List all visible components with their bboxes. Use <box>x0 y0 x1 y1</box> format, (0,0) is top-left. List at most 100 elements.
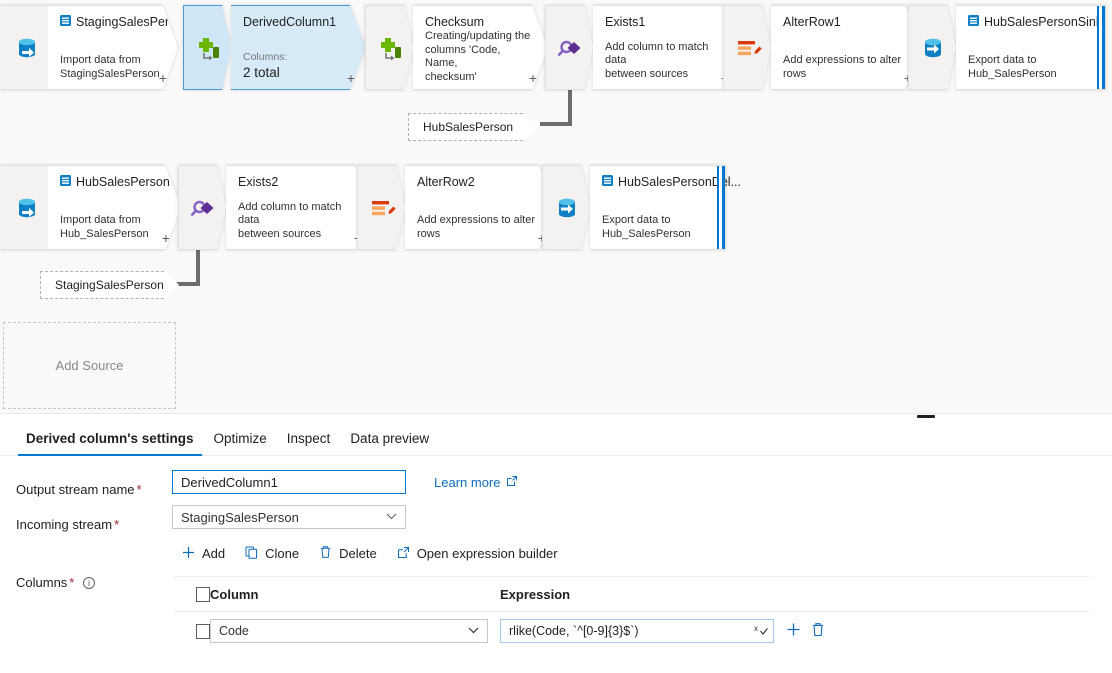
add-next-step-button[interactable]: + <box>529 71 537 85</box>
column-header-cell: Column <box>210 586 259 602</box>
node-hub-sales-person-del-sink[interactable]: HubSalesPersonDel... Export data to Hub_… <box>542 165 741 250</box>
copy-icon <box>245 546 258 561</box>
incoming-stream-value: StagingSalesPerson <box>181 509 299 525</box>
reference-chip-staging-sales-person[interactable]: StagingSalesPerson <box>40 271 179 299</box>
node-name-text: StagingSalesPerson <box>76 15 190 29</box>
connector-line <box>540 122 572 126</box>
info-icon[interactable]: i <box>82 577 95 589</box>
connector-line <box>196 248 200 286</box>
learn-more-label: Learn more <box>434 475 501 490</box>
clone-column-label: Clone <box>265 545 300 561</box>
tab-inspect[interactable]: Inspect <box>277 431 341 455</box>
node-name-text: Checksum <box>425 15 485 29</box>
node-exists-1[interactable]: Exists1 Add column to match data between… <box>545 5 740 90</box>
node-hub-sales-person-sink[interactable]: HubSalesPersonSink Export data to Hub_Sa… <box>908 5 1106 90</box>
node-columns-label: Columns: <box>243 51 288 63</box>
source-db-icon <box>0 165 48 250</box>
open-expression-builder-button[interactable]: Open expression builder <box>389 542 566 565</box>
column-name-select[interactable]: Code <box>210 619 488 643</box>
reference-chip-hub-sales-person[interactable]: HubSalesPerson <box>408 113 538 141</box>
node-name-text: HubSalesPersonSink <box>984 15 1103 29</box>
output-stream-name-input[interactable] <box>172 470 406 494</box>
chevron-down-icon <box>468 626 479 637</box>
delete-column-button[interactable]: Delete <box>311 541 385 565</box>
expression-edit-icon[interactable]: x <box>754 623 768 641</box>
node-name-text: AlterRow1 <box>783 15 841 29</box>
table-header-row: Column Expression <box>174 576 1089 612</box>
derived-column-icon <box>365 5 413 90</box>
node-title: HubSalesPerson <box>60 175 170 190</box>
svg-text:x: x <box>754 624 758 633</box>
incoming-stream-row: Incoming stream * <box>16 517 119 532</box>
sql-table-icon <box>602 175 613 190</box>
node-name-text: DerivedColumn1 <box>243 15 337 29</box>
node-title: HubSalesPersonSink <box>968 15 1102 30</box>
sql-table-icon <box>60 175 71 190</box>
node-description: Export data to Hub_SalesPerson <box>968 54 1057 80</box>
trash-icon <box>319 545 332 561</box>
node-derived-column-1[interactable]: DerivedColumn1 Columns: 2 total + <box>183 5 366 90</box>
row-select-cell <box>174 623 210 639</box>
settings-tab-bar: Derived column's settings Optimize Inspe… <box>0 422 1112 456</box>
columns-command-bar: Add Clone Delete Open expression builder <box>174 541 566 565</box>
add-source-label: Add Source <box>55 358 124 373</box>
reference-chip-label: HubSalesPerson <box>423 120 514 134</box>
node-description: Export data to Hub_SalesPerson <box>602 214 691 240</box>
column-name-cell: Code <box>210 619 500 643</box>
required-asterisk: * <box>136 482 142 497</box>
node-exists-2[interactable]: Exists2 Add column to match data between… <box>178 165 373 250</box>
exists-icon <box>545 5 593 90</box>
alter-row-icon <box>357 165 405 250</box>
sql-table-icon <box>60 15 71 30</box>
source-db-icon <box>0 5 48 90</box>
alter-row-icon <box>723 5 771 90</box>
add-column-button[interactable]: Add <box>174 542 233 565</box>
tab-optimize[interactable]: Optimize <box>204 431 277 455</box>
sink-db-icon <box>908 5 956 90</box>
exists-icon <box>178 165 226 250</box>
node-description: Import data from StagingSalesPerson <box>60 54 160 80</box>
node-name-text: AlterRow2 <box>417 175 475 189</box>
node-staging-sales-person-source[interactable]: StagingSalesPerson Import data from Stag… <box>0 5 178 90</box>
delete-column-label: Delete <box>339 545 377 561</box>
expression-input[interactable] <box>500 619 774 643</box>
plus-icon <box>182 546 195 561</box>
add-next-step-button[interactable]: + <box>162 231 170 245</box>
delete-row-button[interactable] <box>811 622 825 640</box>
columns-table: Column Expression Code x <box>174 576 1089 650</box>
dataflow-canvas[interactable]: StagingSalesPerson Import data from Stag… <box>0 0 1112 413</box>
node-description: Creating/updating the columns 'Code, Nam… <box>425 30 531 83</box>
add-row-button[interactable] <box>786 622 801 640</box>
node-hub-sales-person-source[interactable]: HubSalesPerson Import data from Hub_Sale… <box>0 165 181 250</box>
node-description: Add expressions to alter rows <box>417 214 536 240</box>
panel-resize-handle[interactable] <box>917 415 935 418</box>
clone-column-button[interactable]: Clone <box>237 542 307 565</box>
columns-label: Columns * i <box>16 575 95 590</box>
select-all-cell <box>174 586 210 602</box>
node-description: Add column to match data between sources <box>605 40 709 80</box>
add-next-step-button[interactable]: + <box>159 71 167 85</box>
node-alter-row-2[interactable]: AlterRow2 Add expressions to alter rows … <box>357 165 557 250</box>
row-checkbox[interactable] <box>196 623 210 639</box>
required-asterisk: * <box>69 575 75 590</box>
node-description: Import data from Hub_SalesPerson <box>60 214 149 240</box>
node-checksum[interactable]: Checksum Creating/updating the columns '… <box>365 5 548 90</box>
tab-derived-columns-settings[interactable]: Derived column's settings <box>16 431 204 456</box>
open-expression-builder-label: Open expression builder <box>416 545 558 561</box>
sink-db-icon <box>542 165 590 250</box>
select-all-checkbox[interactable] <box>196 586 210 602</box>
expression-header-cell: Expression <box>500 586 571 602</box>
add-source-button[interactable]: Add Source <box>3 322 176 409</box>
node-name-text: HubSalesPerson <box>76 175 170 189</box>
add-next-step-button[interactable]: + <box>347 71 355 85</box>
expression-cell: x <box>500 619 823 643</box>
node-title: StagingSalesPerson <box>60 15 178 30</box>
node-columns-value: 2 total <box>243 65 280 80</box>
node-alter-row-1[interactable]: AlterRow1 Add expressions to alter rows … <box>723 5 923 90</box>
node-name-text: Exists1 <box>605 15 646 29</box>
external-link-icon <box>397 546 410 561</box>
incoming-stream-select[interactable]: StagingSalesPerson <box>172 505 406 529</box>
tab-data-preview[interactable]: Data preview <box>340 431 439 455</box>
learn-more-link[interactable]: Learn more <box>434 475 518 490</box>
sql-table-icon <box>968 15 979 30</box>
